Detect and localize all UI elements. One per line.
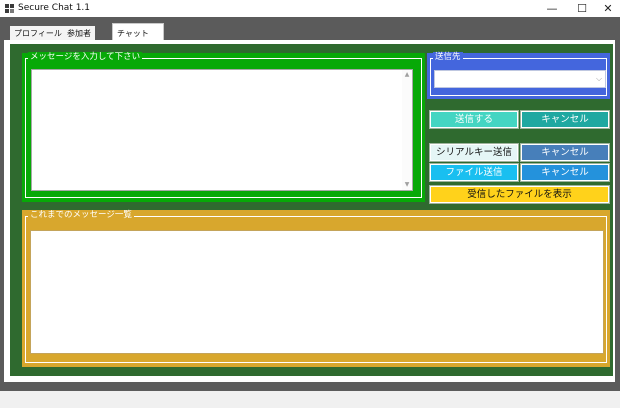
file-send-button[interactable]: ファイル送信 [430,164,518,181]
message-input[interactable] [31,69,413,191]
destination-select[interactable] [434,70,606,88]
status-strip [0,391,620,408]
title-bar [0,0,620,17]
message-history-list[interactable] [30,230,604,354]
minimize-icon: — [546,2,558,15]
app-window-icon [5,4,14,13]
tab-profile[interactable]: プロフィール [10,26,66,40]
maximize-icon: ☐ [577,2,587,15]
cancel-serial-button[interactable]: キャンセル [521,144,609,161]
serial-key-send-button[interactable]: シリアルキー送信 [430,144,518,161]
window-title: Secure Chat 1.1 [18,3,91,13]
close-button[interactable]: ✕ [593,0,620,17]
tab-profile-label: プロフィール [14,29,62,38]
tab-participants-label: 参加者 [67,29,91,38]
message-group-legend: メッセージを入力して下さい [28,52,143,63]
cancel-send-button[interactable]: キャンセル [521,111,609,128]
tab-chat-label: チャット [117,29,149,38]
send-button[interactable]: 送信する [430,111,518,128]
destination-group-legend: 送信先 [433,52,463,63]
chevron-down-icon[interactable]: ⌵ [594,72,604,86]
tab-chat[interactable]: チャット [112,23,164,41]
message-scrollbar[interactable] [402,70,412,190]
close-icon: ✕ [603,2,613,15]
scroll-down-icon[interactable]: ▼ [402,181,412,189]
show-received-files-button[interactable]: 受信したファイルを表示 [430,186,609,203]
scroll-up-icon[interactable]: ▲ [402,71,412,79]
minimize-button[interactable]: — [537,0,567,17]
cancel-file-button[interactable]: キャンセル [521,164,609,181]
tab-participants[interactable]: 参加者 [63,26,95,40]
history-group-legend: これまでのメッセージ一覧 [28,210,134,221]
